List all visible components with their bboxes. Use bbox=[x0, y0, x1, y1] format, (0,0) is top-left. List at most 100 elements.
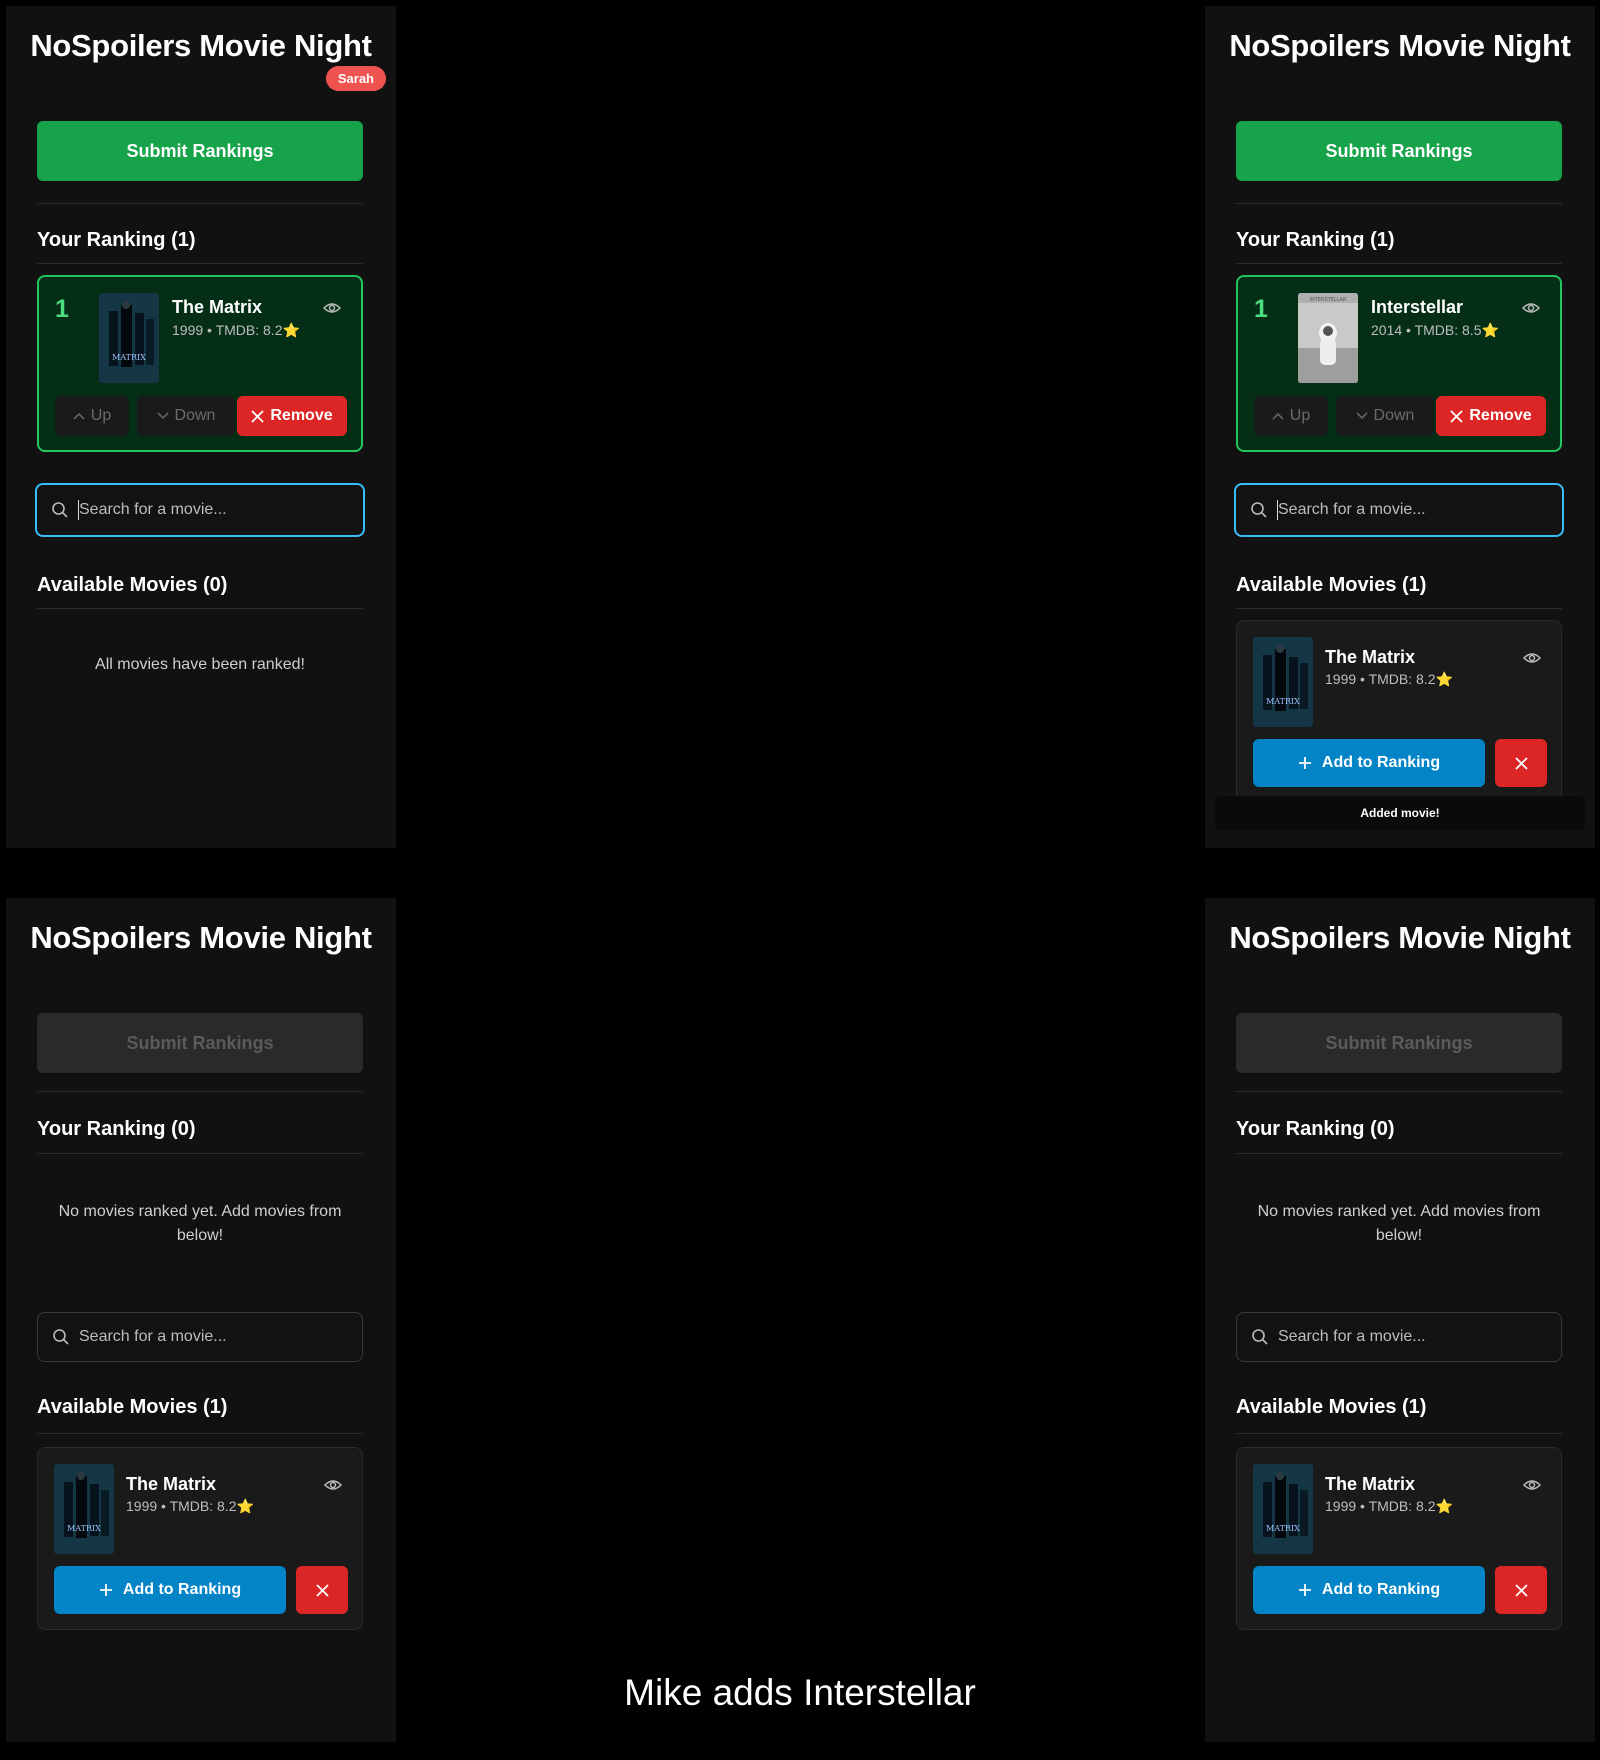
remove-button[interactable]: Remove bbox=[237, 396, 347, 436]
scene-caption: Mike adds Interstellar bbox=[624, 1672, 976, 1713]
panel-user-4: NoSpoilers Movie Night Submit Rankings Y… bbox=[1205, 898, 1595, 1742]
move-down-button[interactable]: Down bbox=[137, 396, 235, 436]
ranking-header: Your Ranking (1) bbox=[37, 229, 196, 251]
app-title: NoSpoilers Movie Night bbox=[30, 28, 372, 63]
down-label: Down bbox=[1373, 407, 1415, 424]
available-header: Available Movies (1) bbox=[1236, 1396, 1427, 1418]
add-label: Add to Ranking bbox=[1321, 754, 1441, 771]
close-icon bbox=[1514, 1583, 1528, 1597]
move-up-button[interactable]: Up bbox=[1254, 396, 1328, 436]
ranked-movie-card: 1 INTERSTELLAR Interstellar 2014 • TMDB:… bbox=[1236, 275, 1562, 452]
available-header: Available Movies (1) bbox=[37, 1396, 228, 1418]
divider bbox=[1236, 1091, 1562, 1092]
movie-meta: 1999 • TMDB: 8.2⭐ bbox=[126, 1498, 254, 1514]
movie-meta: 2014 • TMDB: 8.5⭐ bbox=[1371, 322, 1499, 338]
eye-icon[interactable] bbox=[324, 1478, 342, 1492]
submit-rankings-button[interactable]: Submit Rankings bbox=[37, 121, 363, 181]
plus-icon bbox=[1298, 1584, 1311, 1596]
all-ranked-message: All movies have been ranked! bbox=[95, 656, 305, 673]
movie-title: The Matrix bbox=[172, 297, 263, 317]
search-icon bbox=[1251, 502, 1267, 518]
divider bbox=[37, 1153, 363, 1154]
up-label: Up bbox=[1289, 407, 1311, 424]
remove-label: Remove bbox=[270, 407, 333, 424]
search-input[interactable]: Search for a movie... bbox=[35, 483, 365, 537]
add-to-ranking-button[interactable]: Add to Ranking bbox=[1253, 1566, 1485, 1614]
rank-number: 1 bbox=[55, 295, 69, 323]
app-title: NoSpoilers Movie Night bbox=[1229, 28, 1571, 63]
remove-button[interactable]: Remove bbox=[1436, 396, 1546, 436]
available-header: Available Movies (1) bbox=[1236, 574, 1427, 596]
empty-ranking-message: No movies ranked yet. Add movies from be… bbox=[1257, 1203, 1541, 1244]
search-placeholder: Search for a movie... bbox=[1278, 501, 1426, 518]
movie-poster: INTERSTELLAR bbox=[1298, 293, 1358, 383]
submit-rankings-button[interactable]: Submit Rankings bbox=[1236, 121, 1562, 181]
chevron-down-icon bbox=[1356, 412, 1368, 420]
movie-title: Interstellar bbox=[1371, 297, 1464, 317]
move-up-button[interactable]: Up bbox=[55, 396, 129, 436]
svg-text:MATRIX: MATRIX bbox=[1266, 697, 1300, 706]
submit-rankings-button[interactable]: Submit Rankings bbox=[37, 1013, 363, 1073]
panel-sarah: NoSpoilers Movie Night Sarah Submit Rank… bbox=[6, 6, 396, 848]
search-placeholder: Search for a movie... bbox=[79, 1328, 227, 1345]
movie-poster: MATRIX bbox=[54, 1464, 114, 1554]
close-icon bbox=[1450, 409, 1464, 423]
chevron-up-icon bbox=[1272, 412, 1284, 420]
movie-title: The Matrix bbox=[1325, 647, 1416, 667]
close-icon bbox=[1514, 756, 1528, 770]
search-input[interactable]: Search for a movie... bbox=[1236, 1312, 1562, 1362]
divider bbox=[1236, 263, 1562, 264]
available-movie-card: MATRIX The Matrix 1999 • TMDB: 8.2⭐ Add … bbox=[1236, 1447, 1562, 1630]
movie-poster: MATRIX bbox=[1253, 1464, 1313, 1554]
divider bbox=[37, 1091, 363, 1092]
movie-meta: 1999 • TMDB: 8.2⭐ bbox=[1325, 671, 1453, 687]
ranking-header: Your Ranking (0) bbox=[37, 1118, 196, 1140]
divider bbox=[1236, 1433, 1562, 1434]
divider bbox=[37, 263, 363, 264]
chevron-up-icon bbox=[73, 412, 85, 420]
divider bbox=[1236, 1153, 1562, 1154]
movie-meta: 1999 • TMDB: 8.2⭐ bbox=[1325, 1498, 1453, 1514]
search-input[interactable]: Search for a movie... bbox=[1234, 483, 1564, 537]
divider bbox=[1236, 608, 1562, 609]
dismiss-movie-button[interactable] bbox=[296, 1566, 348, 1614]
rank-number: 1 bbox=[1254, 295, 1268, 323]
svg-text:MATRIX: MATRIX bbox=[67, 1524, 101, 1533]
user-badge: Sarah bbox=[325, 66, 386, 91]
divider bbox=[37, 203, 363, 204]
divider bbox=[1236, 203, 1562, 204]
search-icon bbox=[52, 502, 68, 518]
movie-title: The Matrix bbox=[1325, 1474, 1416, 1494]
search-placeholder: Search for a movie... bbox=[79, 501, 227, 518]
movie-title: The Matrix bbox=[126, 1474, 217, 1494]
toast-notification: Added movie! bbox=[1215, 796, 1585, 830]
app-title: NoSpoilers Movie Night bbox=[1229, 920, 1571, 955]
divider bbox=[37, 608, 363, 609]
move-down-button[interactable]: Down bbox=[1336, 396, 1434, 436]
dismiss-movie-button[interactable] bbox=[1495, 739, 1547, 787]
available-movie-card: MATRIX The Matrix 1999 • TMDB: 8.2⭐ Add … bbox=[37, 1447, 363, 1630]
close-icon bbox=[315, 1583, 329, 1597]
search-icon bbox=[53, 1329, 69, 1345]
search-icon bbox=[1252, 1329, 1268, 1345]
eye-icon[interactable] bbox=[323, 301, 341, 315]
available-movie-card: MATRIX The Matrix 1999 • TMDB: 8.2⭐ Add … bbox=[1236, 620, 1562, 803]
submit-rankings-button[interactable]: Submit Rankings bbox=[1236, 1013, 1562, 1073]
app-title: NoSpoilers Movie Night bbox=[30, 920, 372, 955]
add-label: Add to Ranking bbox=[122, 1581, 242, 1598]
eye-icon[interactable] bbox=[1522, 301, 1540, 315]
panel-mike: NoSpoilers Movie Night Submit Rankings Y… bbox=[1205, 6, 1595, 848]
search-input[interactable]: Search for a movie... bbox=[37, 1312, 363, 1362]
plus-icon bbox=[1298, 757, 1311, 769]
svg-text:MATRIX: MATRIX bbox=[1266, 1524, 1300, 1533]
up-label: Up bbox=[90, 407, 112, 424]
add-to-ranking-button[interactable]: Add to Ranking bbox=[1253, 739, 1485, 787]
add-to-ranking-button[interactable]: Add to Ranking bbox=[54, 1566, 286, 1614]
eye-icon[interactable] bbox=[1523, 651, 1541, 665]
search-placeholder: Search for a movie... bbox=[1278, 1328, 1426, 1345]
eye-icon[interactable] bbox=[1523, 1478, 1541, 1492]
movie-poster: MATRIX bbox=[99, 293, 159, 383]
add-label: Add to Ranking bbox=[1321, 1581, 1441, 1598]
panel-user-3: NoSpoilers Movie Night Submit Rankings Y… bbox=[6, 898, 396, 1742]
dismiss-movie-button[interactable] bbox=[1495, 1566, 1547, 1614]
